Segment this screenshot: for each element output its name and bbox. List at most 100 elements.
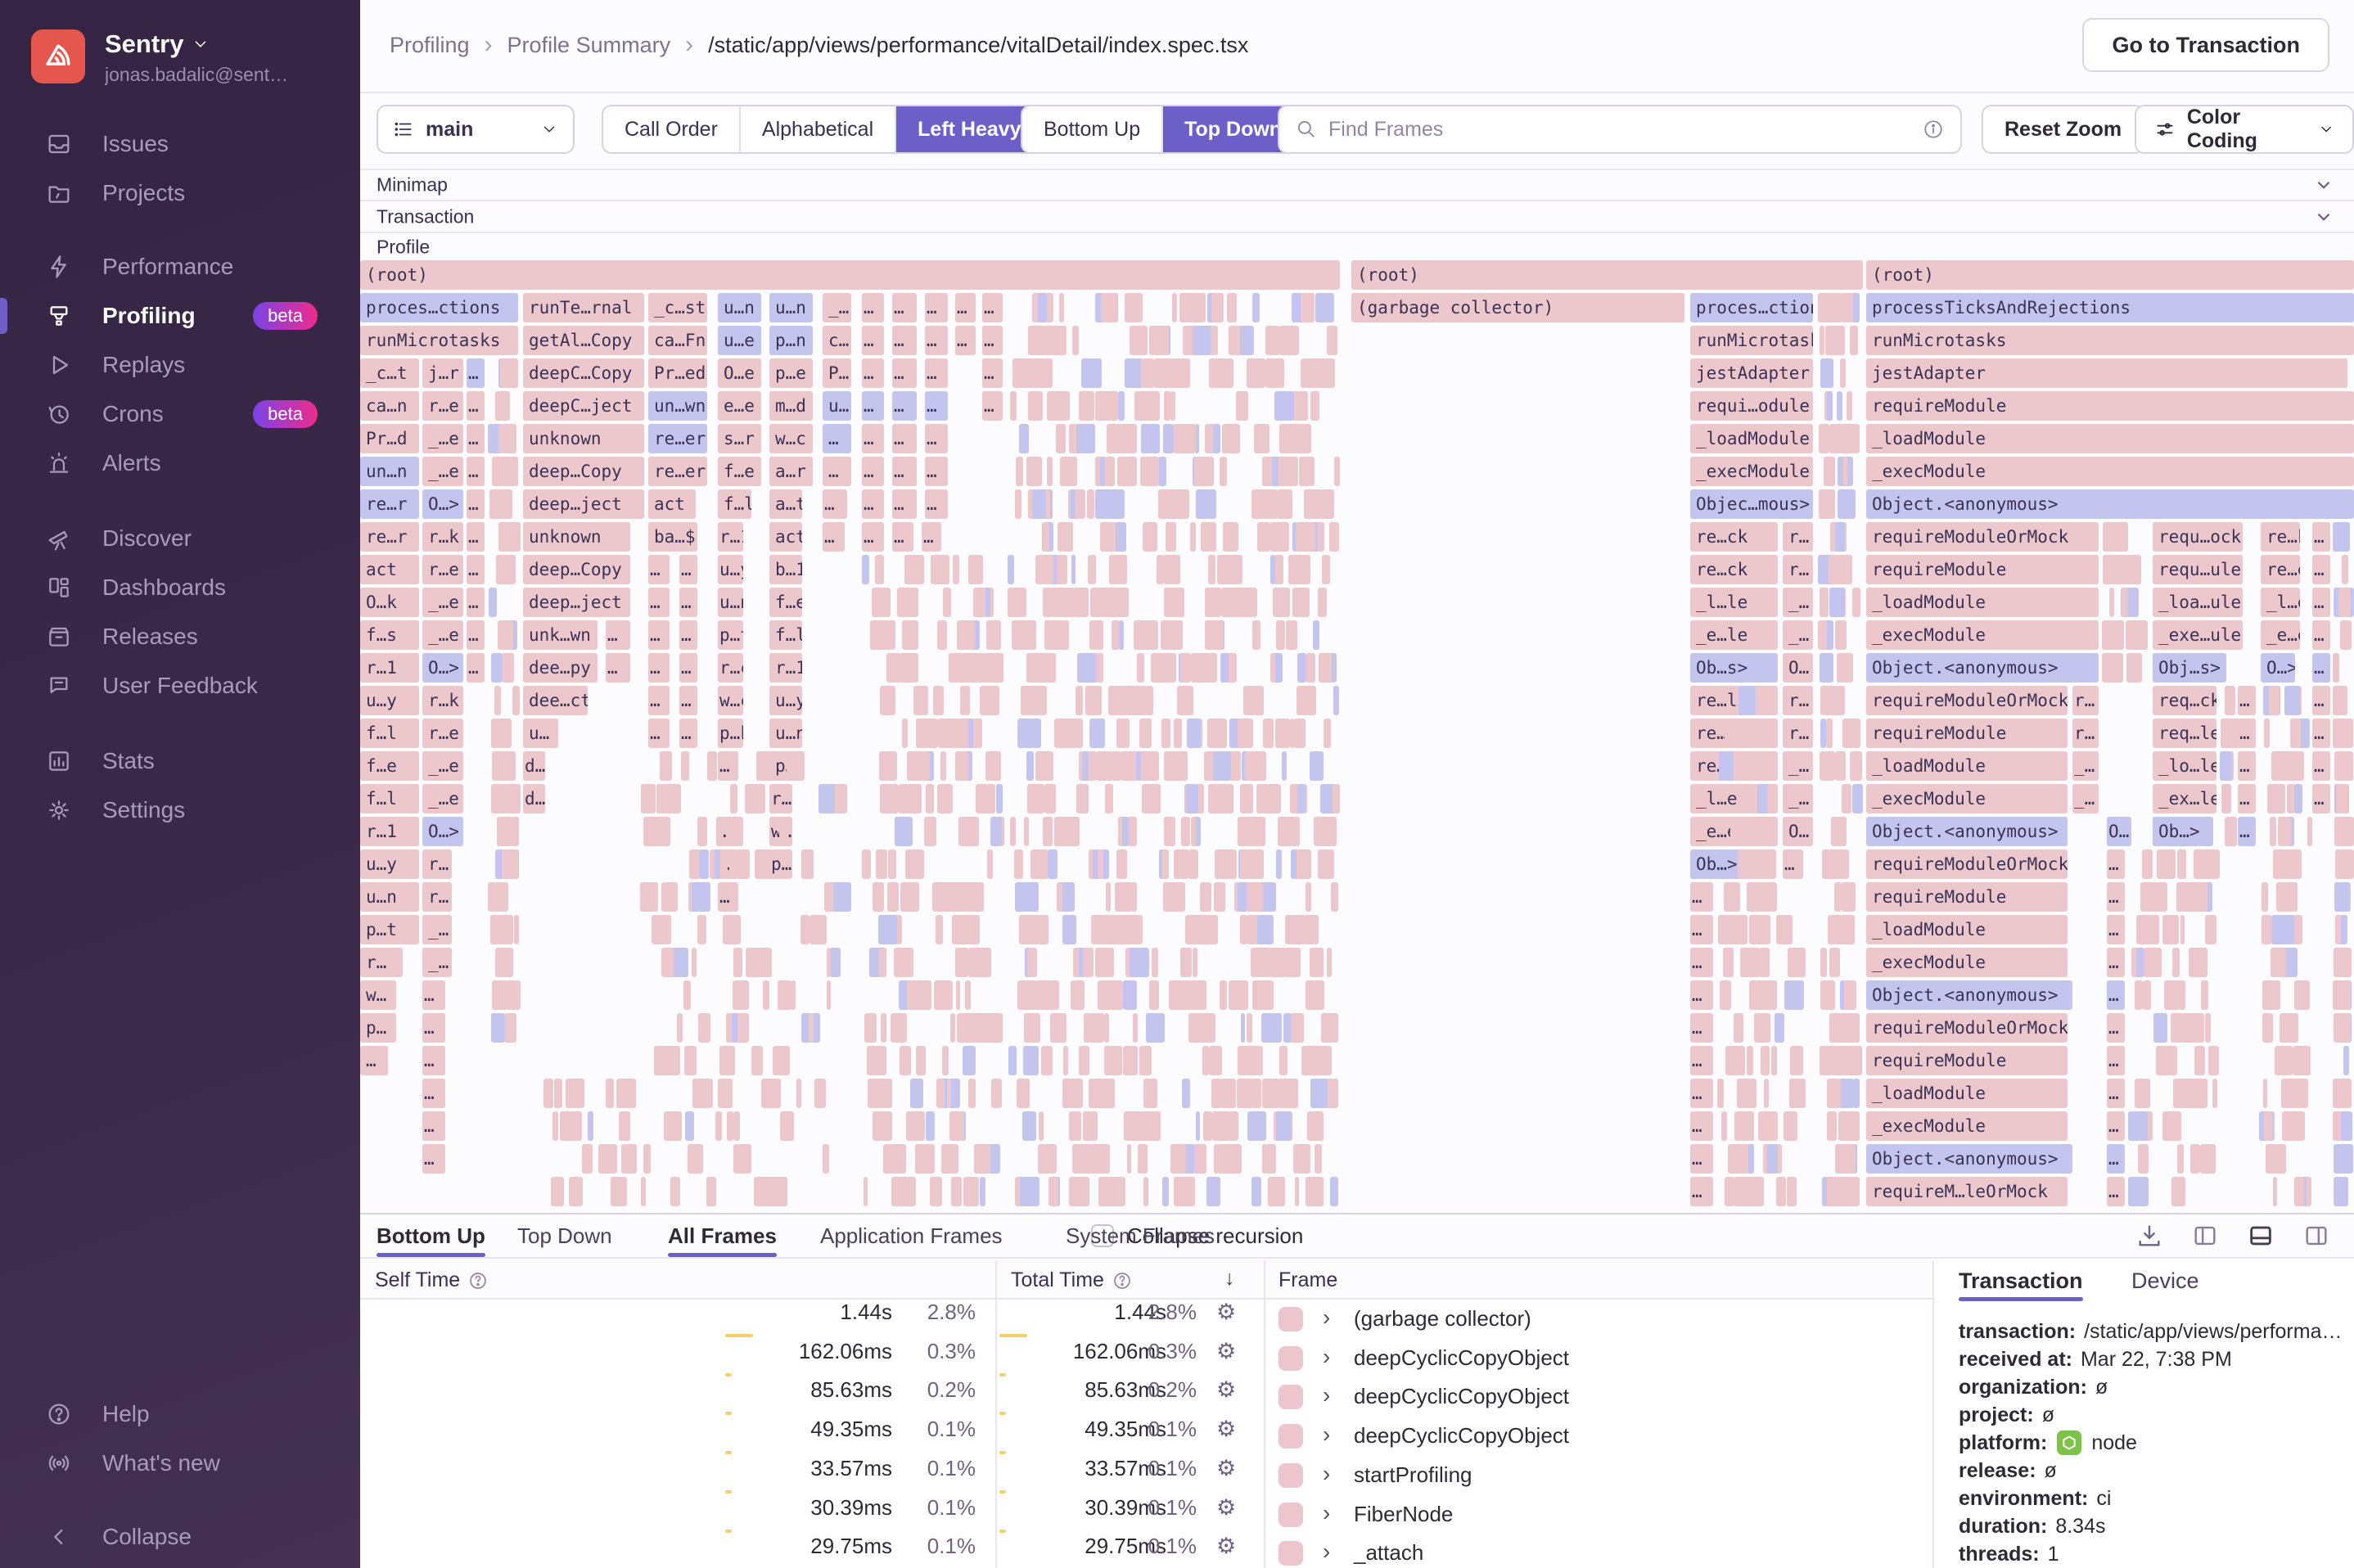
- flame-frame[interactable]: [1071, 555, 1076, 584]
- flame-frame[interactable]: [1146, 1013, 1165, 1043]
- flame-frame[interactable]: [1273, 588, 1290, 617]
- flame-frame[interactable]: [1015, 489, 1021, 519]
- flame-frame[interactable]: _loadModule: [1866, 588, 2099, 617]
- flame-frame[interactable]: [926, 1111, 934, 1141]
- frame-settings-gear-icon[interactable]: ⚙: [1216, 1495, 1236, 1521]
- flame-frame[interactable]: [1123, 980, 1136, 1010]
- flame-frame[interactable]: …: [2312, 686, 2330, 715]
- flame-frame[interactable]: [1327, 817, 1337, 846]
- flame-frame[interactable]: …: [718, 882, 738, 912]
- flame-frame[interactable]: [1315, 293, 1333, 322]
- flame-frame[interactable]: …: [467, 457, 485, 486]
- flame-frame[interactable]: [833, 882, 851, 912]
- flame-frame[interactable]: [1250, 358, 1255, 388]
- flame-frame[interactable]: …: [1690, 1111, 1713, 1141]
- flame-frame[interactable]: u…: [523, 719, 558, 748]
- flame-frame[interactable]: [489, 588, 497, 617]
- flame-frame[interactable]: [1038, 1144, 1057, 1174]
- flame-frame[interactable]: …: [925, 391, 948, 421]
- flame-frame[interactable]: [957, 620, 974, 650]
- flame-frame[interactable]: [968, 555, 984, 584]
- flame-frame[interactable]: [1010, 391, 1017, 421]
- flame-frame[interactable]: f…l: [360, 784, 419, 813]
- flame-frame[interactable]: [1122, 817, 1129, 846]
- flame-frame[interactable]: [1835, 751, 1845, 781]
- flame-frame[interactable]: [1047, 391, 1058, 421]
- flame-frame[interactable]: [910, 1079, 923, 1108]
- flame-frame[interactable]: [1100, 457, 1105, 486]
- flame-frame[interactable]: [1141, 391, 1160, 421]
- flame-frame[interactable]: [895, 1177, 915, 1206]
- flame-frame[interactable]: [2262, 1013, 2273, 1043]
- table-row[interactable]: 33.57ms0.1%33.57ms0.1%⚙›startProfiling: [360, 1456, 1932, 1495]
- flame-frame[interactable]: [1017, 719, 1035, 748]
- flame-frame[interactable]: …: [982, 391, 1003, 421]
- flame-frame[interactable]: [2264, 1111, 2273, 1141]
- flame-frame[interactable]: [1109, 555, 1128, 584]
- flame-frame[interactable]: …: [1783, 849, 1803, 879]
- flame-frame[interactable]: u…y: [769, 686, 802, 715]
- flame-frame[interactable]: [1829, 424, 1842, 453]
- flame-frame[interactable]: [1300, 522, 1315, 552]
- flame-frame[interactable]: [1820, 588, 1829, 617]
- flame-frame[interactable]: [1322, 555, 1330, 584]
- flame-frame[interactable]: [1840, 358, 1846, 388]
- flame-frame[interactable]: [1285, 457, 1298, 486]
- flame-frame[interactable]: [827, 948, 831, 977]
- flame-frame[interactable]: [1213, 751, 1231, 781]
- flame-frame[interactable]: [1071, 980, 1085, 1010]
- flame-frame[interactable]: [940, 751, 945, 781]
- flame-frame[interactable]: [2212, 1046, 2219, 1075]
- flame-frame[interactable]: requi…odule: [1690, 391, 1813, 421]
- flame-frame[interactable]: …: [1690, 1144, 1713, 1174]
- flame-frame[interactable]: [1744, 948, 1760, 977]
- flame-frame[interactable]: [986, 620, 992, 650]
- flame-frame[interactable]: [1265, 358, 1284, 388]
- flame-frame[interactable]: u…y: [360, 686, 419, 715]
- flame-frame[interactable]: u…n: [769, 719, 802, 748]
- flame-frame[interactable]: ca…Fn: [648, 326, 707, 355]
- flame-frame[interactable]: O…: [1783, 817, 1813, 846]
- flame-frame[interactable]: [2343, 1046, 2349, 1075]
- tab-application-frames[interactable]: Application Frames: [820, 1214, 1003, 1257]
- flame-frame[interactable]: [1276, 620, 1285, 650]
- flame-frame[interactable]: [2180, 849, 2186, 879]
- flame-frame[interactable]: [1202, 1046, 1209, 1075]
- flame-frame[interactable]: _…e: [422, 588, 463, 617]
- flame-frame[interactable]: [1193, 326, 1211, 355]
- flame-frame[interactable]: [2273, 1177, 2277, 1206]
- flame-frame[interactable]: f…e: [718, 457, 761, 486]
- flame-frame[interactable]: [2220, 751, 2232, 781]
- flame-frame[interactable]: [1209, 1046, 1222, 1075]
- flame-frame[interactable]: [2106, 522, 2120, 552]
- flame-frame[interactable]: _…: [1783, 588, 1813, 617]
- flame-frame[interactable]: [1758, 1111, 1776, 1141]
- flame-frame[interactable]: [1095, 489, 1112, 519]
- flame-frame[interactable]: [1827, 1111, 1837, 1141]
- flame-frame[interactable]: [1019, 915, 1039, 944]
- flame-frame[interactable]: [755, 849, 773, 879]
- flame-frame[interactable]: [1014, 849, 1022, 879]
- flame-frame[interactable]: [2205, 1013, 2211, 1043]
- flame-frame[interactable]: …: [2312, 784, 2330, 813]
- flame-frame[interactable]: [1847, 391, 1852, 421]
- flame-frame[interactable]: O…>: [422, 653, 463, 683]
- flame-frame[interactable]: re…k: [2261, 522, 2300, 552]
- flame-frame[interactable]: _…e: [422, 424, 463, 453]
- flame-frame[interactable]: [1024, 817, 1029, 846]
- flame-frame[interactable]: …: [982, 358, 1003, 388]
- flame-frame[interactable]: …: [1690, 1013, 1713, 1043]
- flame-frame[interactable]: [780, 1111, 794, 1141]
- flame-frame[interactable]: [737, 849, 750, 879]
- flame-frame[interactable]: [830, 948, 841, 977]
- flame-frame[interactable]: …: [2107, 1079, 2125, 1108]
- flame-frame[interactable]: [1031, 784, 1036, 813]
- flame-frame[interactable]: [1180, 1177, 1195, 1206]
- flame-frame[interactable]: [800, 915, 809, 944]
- flame-frame[interactable]: [1822, 1177, 1826, 1206]
- flame-frame[interactable]: [2109, 588, 2115, 617]
- flame-frame[interactable]: [888, 849, 893, 879]
- flame-frame[interactable]: [1208, 555, 1215, 584]
- flame-frame[interactable]: _execModule: [1866, 1111, 2068, 1141]
- flame-frame[interactable]: [1265, 326, 1281, 355]
